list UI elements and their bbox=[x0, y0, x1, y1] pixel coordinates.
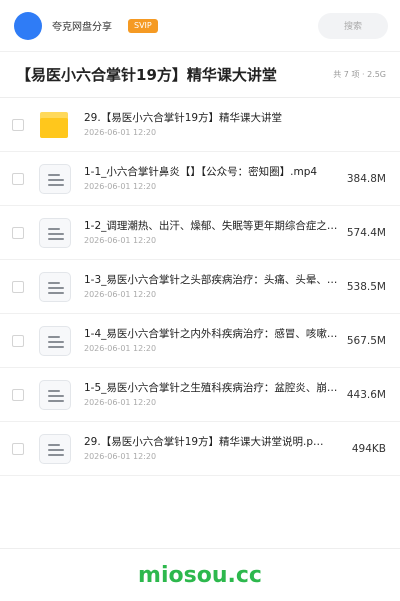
list-item[interactable]: 29.【易医小六合掌针19方】精华课大讲堂说明.p… 2026-06-01 12… bbox=[0, 422, 400, 476]
select-checkbox[interactable] bbox=[12, 388, 24, 401]
select-checkbox[interactable] bbox=[12, 118, 24, 131]
folder-icon bbox=[38, 108, 72, 142]
file-name[interactable]: 1-2_调理潮热、出汗、燥郁、失眠等更年期综合症之… bbox=[84, 219, 341, 233]
file-date: 2026-06-01 12:20 bbox=[84, 398, 157, 407]
file-date: 2026-06-01 12:20 bbox=[84, 182, 157, 191]
file-date: 2026-06-01 12:20 bbox=[84, 128, 157, 137]
page-title: 【易医小六合掌针19方】精华课大讲堂 bbox=[16, 66, 277, 84]
list-item[interactable]: 1-4_易医小六合掌针之内外科疾病治疗：感冒、咳嗽… 2026-06-01 12… bbox=[0, 314, 400, 368]
search-input[interactable]: 搜索 bbox=[318, 12, 388, 39]
file-name[interactable]: 29.【易医小六合掌针19方】精华课大讲堂 bbox=[84, 111, 380, 125]
site-watermark: miosou.cc bbox=[138, 562, 262, 588]
document-icon bbox=[38, 324, 72, 358]
file-name[interactable]: 29.【易医小六合掌针19方】精华课大讲堂说明.p… bbox=[84, 435, 346, 449]
document-icon bbox=[38, 432, 72, 466]
document-icon bbox=[38, 162, 72, 196]
select-checkbox[interactable] bbox=[12, 280, 24, 293]
list-item[interactable]: 1-5_易医小六合掌针之生殖科疾病治疗：盆腔炎、崩… 2026-06-01 12… bbox=[0, 368, 400, 422]
brand-name: 夸克网盘分享 bbox=[52, 22, 112, 33]
file-name[interactable]: 1-3_易医小六合掌针之头部疾病治疗：头痛、头晕、… bbox=[84, 273, 341, 287]
document-icon bbox=[38, 216, 72, 250]
file-size: 384.8M bbox=[346, 172, 386, 185]
list-item[interactable]: 1-1_小六合掌针鼻炎【】【公众号：密知圈】.mp4 2026-06-01 12… bbox=[0, 152, 400, 206]
file-size: 443.6M bbox=[346, 388, 386, 401]
file-date: 2026-06-01 12:20 bbox=[84, 236, 157, 245]
list-item[interactable]: 1-2_调理潮热、出汗、燥郁、失眠等更年期综合症之… 2026-06-01 12… bbox=[0, 206, 400, 260]
document-icon bbox=[38, 378, 72, 412]
file-name[interactable]: 1-1_小六合掌针鼻炎【】【公众号：密知圈】.mp4 bbox=[84, 165, 341, 179]
file-size: 494KB bbox=[351, 442, 386, 455]
list-item[interactable]: 1-3_易医小六合掌针之头部疾病治疗：头痛、头晕、… 2026-06-01 12… bbox=[0, 260, 400, 314]
list-item[interactable]: 29.【易医小六合掌针19方】精华课大讲堂 2026-06-01 12:20 bbox=[0, 98, 400, 152]
search-placeholder: 搜索 bbox=[343, 22, 362, 32]
file-name[interactable]: 1-5_易医小六合掌针之生殖科疾病治疗：盆腔炎、崩… bbox=[84, 381, 341, 395]
file-name[interactable]: 1-4_易医小六合掌针之内外科疾病治疗：感冒、咳嗽… bbox=[84, 327, 341, 341]
file-list: 29.【易医小六合掌针19方】精华课大讲堂 2026-06-01 12:20 1… bbox=[0, 98, 400, 476]
title-bar: 【易医小六合掌针19方】精华课大讲堂 共 7 项 · 2.5G bbox=[0, 52, 400, 98]
select-checkbox[interactable] bbox=[12, 226, 24, 239]
file-date: 2026-06-01 12:20 bbox=[84, 290, 157, 299]
file-date: 2026-06-01 12:20 bbox=[84, 344, 157, 353]
document-icon bbox=[38, 270, 72, 304]
file-size: 574.4M bbox=[346, 226, 386, 239]
footer: miosou.cc bbox=[0, 548, 400, 601]
app-header: 夸克网盘分享 SVIP 搜索 bbox=[0, 0, 400, 52]
select-checkbox[interactable] bbox=[12, 172, 24, 185]
svip-badge[interactable]: SVIP bbox=[128, 18, 158, 33]
select-checkbox[interactable] bbox=[12, 334, 24, 347]
file-date: 2026-06-01 12:20 bbox=[84, 452, 157, 461]
item-count: 共 7 项 · 2.5G bbox=[333, 70, 386, 79]
select-checkbox[interactable] bbox=[12, 442, 24, 455]
file-size: 538.5M bbox=[346, 280, 386, 293]
file-size: 567.5M bbox=[346, 334, 386, 347]
avatar[interactable] bbox=[14, 11, 42, 40]
